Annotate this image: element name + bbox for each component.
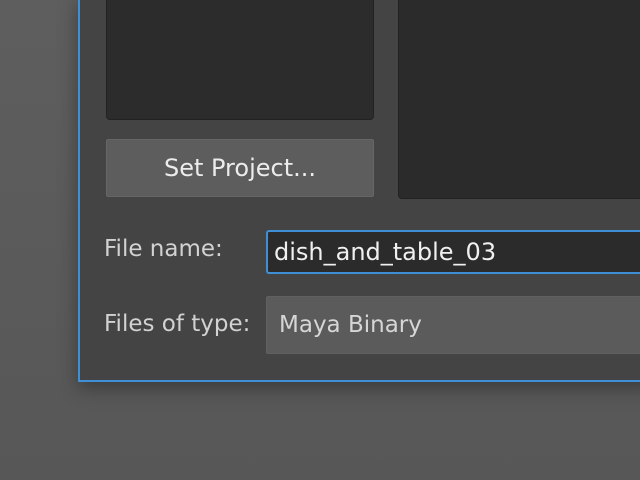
- set-project-button[interactable]: Set Project...: [106, 139, 374, 197]
- file-name-label: File name:: [104, 236, 223, 262]
- file-dialog: Set Project... File name: dish_and_table…: [78, 0, 640, 382]
- files-of-type-select[interactable]: Maya Binary: [266, 296, 640, 354]
- file-name-input[interactable]: dish_and_table_03: [266, 230, 640, 274]
- folder-bookmarks-panel[interactable]: [106, 0, 374, 120]
- desktop-background: Set Project... File name: dish_and_table…: [0, 0, 640, 480]
- file-list-panel[interactable]: [398, 0, 640, 199]
- files-of-type-label: Files of type:: [104, 311, 251, 337]
